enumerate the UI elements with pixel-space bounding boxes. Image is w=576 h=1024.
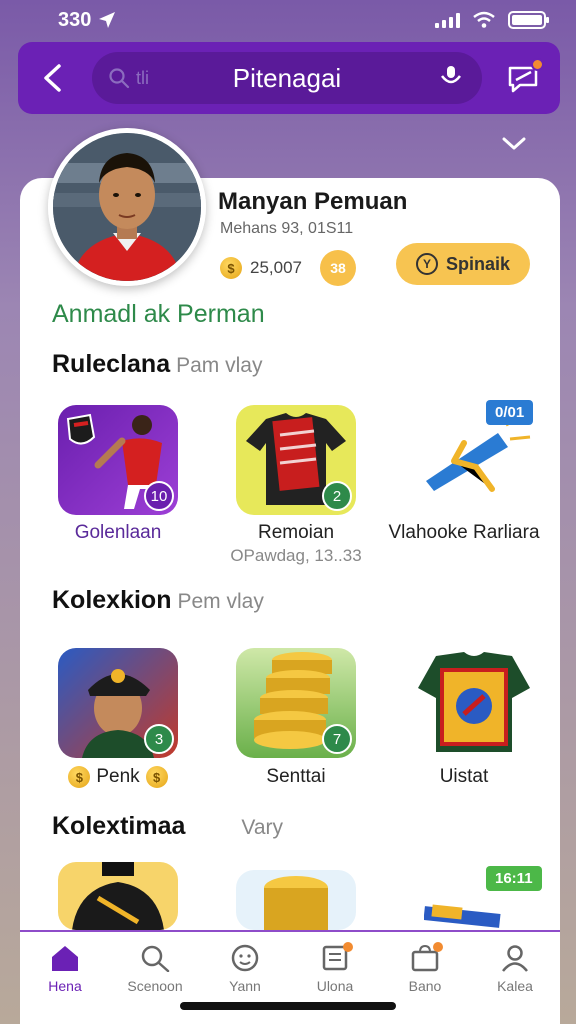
- player-avatar[interactable]: [48, 128, 206, 286]
- location-arrow-icon: [99, 12, 116, 28]
- item-label-vlahooke: Vlahooke Rarliara: [388, 522, 540, 543]
- item-check-badge: 10: [144, 481, 174, 511]
- coin-badge[interactable]: 38: [320, 250, 356, 286]
- tab-notification-dot: [343, 942, 353, 952]
- tab-emoji-label: Yann: [229, 978, 261, 994]
- section-1-title: Ruleclana: [52, 350, 171, 378]
- microphone-icon[interactable]: [438, 64, 464, 92]
- coin-icon: $: [220, 257, 242, 279]
- item-tag-partial-3: 16:11: [486, 866, 542, 891]
- item-label-penk-row: $ Penk $: [28, 766, 208, 788]
- tab-profile[interactable]: Kalea: [475, 944, 555, 994]
- section-title-3: Kolextimaa Vary: [52, 812, 283, 841]
- tab-search-label: Scenoon: [127, 978, 183, 994]
- smile-icon: [231, 944, 259, 972]
- search-icon: [141, 945, 170, 972]
- collection-item-golenlaan[interactable]: 10: [58, 405, 178, 515]
- signal-icon: [435, 12, 460, 28]
- tab-profile-label: Kalea: [497, 978, 533, 994]
- tab-bag[interactable]: Bano: [385, 942, 465, 994]
- section-title-1: Ruleclana Pam vlay: [52, 350, 262, 379]
- spin-button[interactable]: Y Spinaik: [396, 243, 530, 285]
- item-sub-remoian: OPawdag, 13..33: [230, 546, 362, 565]
- status-time: 330: [58, 8, 92, 31]
- section-title-2: Kolexkion Pem vlay: [52, 586, 264, 615]
- item-tag-vlahooke: 0/01: [486, 400, 534, 425]
- section-3-muted: Vary: [241, 816, 284, 839]
- profile-icon: [502, 945, 528, 972]
- item-check-badge: 3: [144, 724, 174, 754]
- tab-notification-dot: [433, 942, 443, 952]
- notification-badge: [531, 58, 544, 71]
- tab-list-label: Ulona: [316, 978, 354, 994]
- section-3-title: Kolextimaa: [52, 812, 186, 840]
- home-icon: [52, 946, 78, 971]
- item-label-golenlaan: Golenlaan: [74, 522, 162, 543]
- spin-icon: Y: [415, 253, 438, 275]
- collection-item-uistat[interactable]: [414, 648, 534, 758]
- black-jersey-illustration: [72, 862, 164, 930]
- chevron-left-icon: [44, 64, 61, 92]
- section-2-muted: Pem vlay: [177, 590, 264, 613]
- tab-home-label: Hena: [48, 978, 82, 994]
- flag-bundle-icon: [424, 904, 501, 928]
- search-placeholder: tli: [136, 67, 149, 88]
- collection-item-partial-1[interactable]: [58, 862, 178, 930]
- chevron-down-icon[interactable]: [500, 134, 528, 154]
- collection-item-senttai[interactable]: 7: [236, 648, 356, 758]
- player-subtitle: Anmadl ak Perman: [52, 300, 265, 328]
- tab-bag-label: Bano: [408, 978, 442, 994]
- tab-home[interactable]: Hena: [25, 944, 105, 994]
- home-indicator[interactable]: [180, 1002, 396, 1010]
- item-check-badge: 2: [322, 481, 352, 511]
- jersey-badge-illustration: [418, 652, 530, 752]
- spin-button-label: Spinaik: [445, 253, 511, 274]
- tab-list[interactable]: Ulona: [295, 942, 375, 994]
- player-name: Manyan Pemuan: [218, 188, 408, 215]
- search-icon: [109, 68, 130, 89]
- item-check-badge: 7: [322, 724, 352, 754]
- item-label-senttai: Senttai: [266, 766, 326, 787]
- status-icons: [435, 11, 549, 29]
- back-button[interactable]: [32, 58, 72, 98]
- tab-emoji[interactable]: Yann: [205, 944, 285, 994]
- search-bar[interactable]: tli Pitenagai: [92, 52, 482, 104]
- chat-button[interactable]: [506, 58, 544, 96]
- battery-icon: [508, 11, 549, 29]
- item-label-uistat: Uistat: [439, 766, 489, 787]
- item-label-penk: Penk: [96, 766, 140, 787]
- coin-icon: $: [68, 766, 91, 788]
- gold-coin-icon: [264, 876, 328, 930]
- section-2-title: Kolexkion: [52, 586, 172, 614]
- collection-item-partial-2[interactable]: [236, 870, 356, 930]
- coins-row: $ 25,007 38: [220, 250, 356, 286]
- section-1-muted: Pam vlay: [176, 354, 263, 377]
- status-bar: 330: [0, 0, 576, 40]
- item-label-remoian: Remoian: [257, 522, 335, 543]
- wifi-icon: [473, 11, 495, 28]
- tab-search[interactable]: Scenoon: [115, 944, 195, 994]
- collection-item-penk[interactable]: 3: [58, 648, 178, 758]
- player-meta: Mehans 93, 01S11: [220, 220, 354, 237]
- player-portrait: [53, 133, 201, 281]
- status-time-group: 330: [58, 9, 117, 32]
- collection-item-remoian[interactable]: 2: [236, 405, 356, 515]
- coins-value: 25,007: [250, 258, 302, 277]
- coin-icon: $: [145, 766, 168, 788]
- top-navigation-bar: tli Pitenagai: [18, 42, 560, 114]
